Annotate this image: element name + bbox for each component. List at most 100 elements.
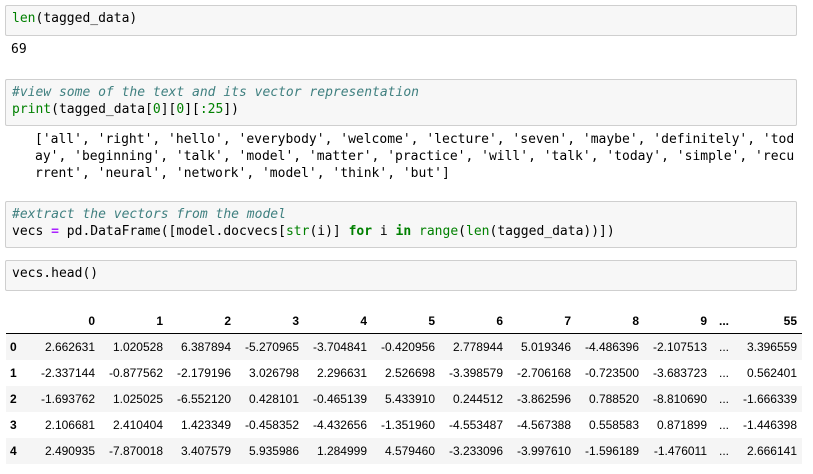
code-lhs: vecs bbox=[12, 224, 44, 239]
table-cell: -1.351960 bbox=[380, 418, 435, 432]
table-cell: 0.871899 bbox=[656, 418, 707, 432]
row-index: 2 bbox=[10, 392, 17, 406]
table-cell: 4.579460 bbox=[384, 444, 435, 458]
table-cell: 5.019346 bbox=[520, 340, 571, 354]
dataframe-table: 0 1 2 3 4 5 6 7 8 9 ... 55 0 2.662631 1.… bbox=[6, 309, 802, 464]
table-row: 0 2.662631 1.020528 6.387894 -5.270965 -… bbox=[6, 333, 802, 360]
column-header: 0 bbox=[32, 309, 100, 334]
table-cell: -4.553487 bbox=[448, 418, 503, 432]
table-cell-ellipsis: ... bbox=[718, 366, 729, 380]
table-cell: 1.020528 bbox=[112, 340, 163, 354]
table-cell: 3.396559 bbox=[746, 340, 797, 354]
code-fn-range: range bbox=[419, 224, 459, 239]
code-inner: (i)] bbox=[309, 224, 349, 239]
column-header: 4 bbox=[304, 309, 372, 334]
code-iter-var: i bbox=[372, 224, 396, 239]
code-var: tagged_data bbox=[58, 102, 146, 117]
table-cell: 2.490935 bbox=[44, 444, 95, 458]
code-index-0: 0 bbox=[152, 102, 161, 117]
table-cell: -0.723500 bbox=[584, 366, 639, 380]
table-cell: -4.486396 bbox=[584, 340, 639, 354]
row-index: 1 bbox=[10, 366, 17, 380]
code-cell-len[interactable]: len(tagged_data) bbox=[5, 5, 797, 36]
code-assign: = bbox=[51, 224, 59, 239]
table-cell: 2.410404 bbox=[112, 418, 163, 432]
table-cell: 0.428101 bbox=[248, 392, 299, 406]
table-cell: -1.596189 bbox=[584, 444, 639, 458]
code-fn-len: len bbox=[12, 11, 36, 26]
paren: ([ bbox=[160, 224, 177, 239]
table-cell: 2.526698 bbox=[384, 366, 435, 380]
table-cell: -5.270965 bbox=[244, 340, 299, 354]
code-comment: #extract the vectors from the model bbox=[12, 207, 286, 222]
table-cell: -0.877562 bbox=[108, 366, 163, 380]
table-cell: -4.432656 bbox=[312, 418, 367, 432]
table-cell: -2.337144 bbox=[40, 366, 95, 380]
table-cell: -2.706168 bbox=[516, 366, 571, 380]
table-cell: -0.458352 bbox=[244, 418, 299, 432]
paren: ))]) bbox=[583, 224, 615, 239]
header-row: 0 1 2 3 4 5 6 7 8 9 ... 55 bbox=[6, 309, 802, 334]
row-index: 4 bbox=[10, 444, 17, 458]
table-cell: -0.465139 bbox=[312, 392, 367, 406]
bracket: ][ bbox=[160, 102, 177, 117]
code-fn-len: len bbox=[466, 224, 490, 239]
table-row: 1 -2.337144 -0.877562 -2.179196 3.026798… bbox=[6, 360, 802, 386]
table-cell: 5.433910 bbox=[384, 392, 435, 406]
table-cell: 2.662631 bbox=[44, 340, 95, 354]
table-cell: 3.026798 bbox=[248, 366, 299, 380]
table-cell: -3.997610 bbox=[516, 444, 571, 458]
code-arg: tagged_data bbox=[43, 11, 130, 26]
table-cell-ellipsis: ... bbox=[718, 444, 729, 458]
row-index: 0 bbox=[10, 340, 17, 354]
table-cell: -3.862596 bbox=[516, 392, 571, 406]
table-cell: -1.693762 bbox=[40, 392, 95, 406]
code-cell-dataframe[interactable]: #extract the vectors from the model vecs… bbox=[5, 201, 797, 248]
table-cell: -8.810690 bbox=[652, 392, 707, 406]
table-cell: 0.788520 bbox=[588, 392, 639, 406]
row-index: 3 bbox=[10, 418, 17, 432]
column-header: 8 bbox=[576, 309, 644, 334]
table-cell: -2.179196 bbox=[176, 366, 231, 380]
column-header-ellipsis: ... bbox=[712, 309, 734, 334]
code-inner: model.docvecs[ bbox=[176, 224, 286, 239]
table-cell: -3.683723 bbox=[652, 366, 707, 380]
table-cell: -1.666339 bbox=[742, 392, 797, 406]
bracket: [ bbox=[145, 102, 153, 117]
table-cell: -4.567388 bbox=[516, 418, 571, 432]
code-kw-in: in bbox=[395, 224, 412, 239]
paren: ) bbox=[129, 11, 138, 26]
table-row: 2 -1.693762 1.025025 -6.552120 0.428101 … bbox=[6, 386, 802, 412]
column-header: 1 bbox=[100, 309, 168, 334]
code-comment: #view some of the text and its vector re… bbox=[12, 85, 419, 100]
table-cell: 3.407579 bbox=[180, 444, 231, 458]
table-cell: 1.423349 bbox=[180, 418, 231, 432]
column-header: 7 bbox=[508, 309, 576, 334]
table-cell: 0.558583 bbox=[588, 418, 639, 432]
table-cell: -0.420956 bbox=[380, 340, 435, 354]
code-arg: tagged_data bbox=[497, 224, 584, 239]
paren: ( bbox=[51, 102, 59, 117]
column-header: 5 bbox=[372, 309, 440, 334]
bracket: ]) bbox=[223, 102, 239, 117]
table-cell: 2.106681 bbox=[44, 418, 95, 432]
code-fn-str: str bbox=[285, 224, 310, 239]
column-header: 2 bbox=[168, 309, 236, 334]
bracket: ][ bbox=[184, 102, 200, 117]
code-cell-print[interactable]: #view some of the text and its vector re… bbox=[5, 79, 797, 126]
column-header: 3 bbox=[236, 309, 304, 334]
table-cell: 2.296631 bbox=[316, 366, 367, 380]
column-header: 6 bbox=[440, 309, 508, 334]
index-header bbox=[6, 309, 32, 334]
code-cell-head[interactable]: vecs.head() bbox=[5, 260, 797, 291]
code-kw-for: for bbox=[348, 224, 373, 239]
table-cell: -7.870018 bbox=[108, 444, 163, 458]
table-cell: 6.387894 bbox=[180, 340, 231, 354]
column-header: 9 bbox=[644, 309, 712, 334]
code-head: vecs.head() bbox=[12, 266, 99, 281]
table-cell: 2.666141 bbox=[746, 444, 797, 458]
table-cell-ellipsis: ... bbox=[718, 418, 729, 432]
table-cell: 0.562401 bbox=[746, 366, 797, 380]
code-call: pd.DataFrame bbox=[66, 224, 161, 239]
table-cell: -3.398579 bbox=[448, 366, 503, 380]
